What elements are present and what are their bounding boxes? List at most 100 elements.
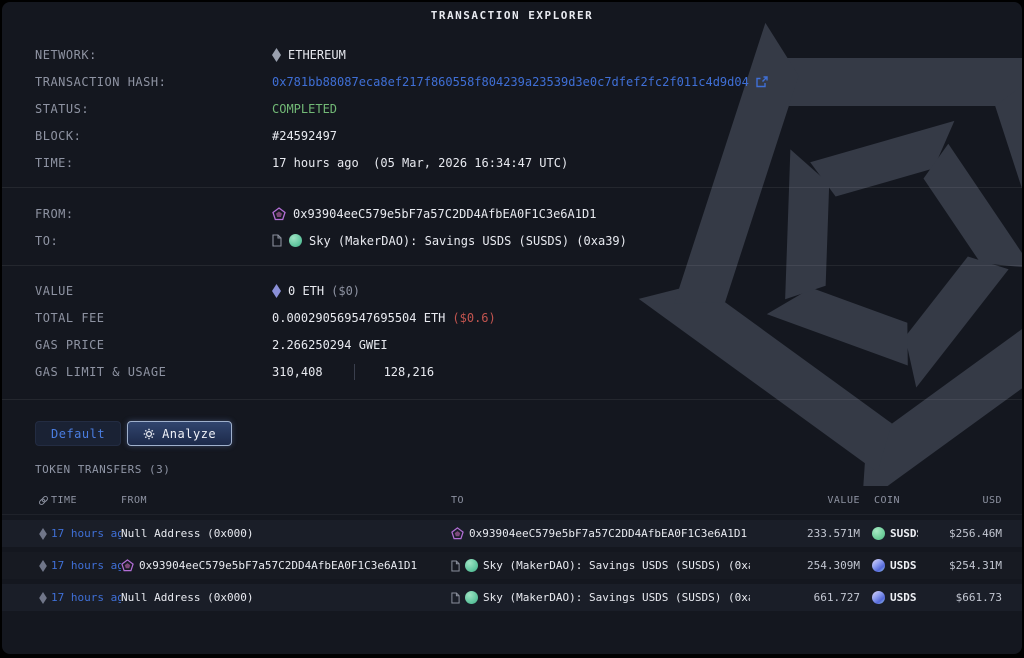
contract-icon [451,592,460,604]
usds-coin-icon [872,559,885,572]
block-label: BLOCK: [35,129,272,143]
fees-section: VALUE 0 ETH ($0) TOTAL FEE 0.00029056954… [2,277,1022,385]
section-divider [2,265,1022,266]
ethereum-icon [35,592,51,604]
col-header-coin: COIN [860,495,918,506]
value-row: VALUE 0 ETH ($0) [2,277,1022,304]
from-row: FROM: 0x93904eeC579e5bF7a57C2DD4AfbEA0F1… [2,200,1022,227]
transfer-coin[interactable]: USDS [890,559,917,572]
ethereum-icon [272,284,281,298]
gas-price-label: GAS PRICE [35,338,272,352]
gas-limit-row: GAS LIMIT & USAGE 310,408 128,216 [2,358,1022,385]
fee-usd: ($0.6) [452,311,495,325]
col-header-value: VALUE [750,495,860,506]
transfer-to[interactable]: Sky (MakerDAO): Savings USDS (SUSDS) (0x… [483,591,750,604]
to-row: TO: Sky (MakerDAO): Savings USDS (SUSDS)… [2,227,1022,254]
parties-section: FROM: 0x93904eeC579e5bF7a57C2DD4AfbEA0F1… [2,200,1022,254]
hash-label: TRANSACTION HASH: [35,75,272,89]
transfer-value: 254.309M [750,559,860,572]
transfer-row[interactable]: 17 hours ago Null Address (0x000) Sky (M… [2,584,1022,611]
usds-coin-icon [872,591,885,604]
total-fee-label: TOTAL FEE [35,311,272,325]
section-divider [2,399,1022,400]
status-row: STATUS: COMPLETED [2,95,1022,122]
value-amount: 0 ETH [288,284,324,298]
page-title: TRANSACTION EXPLORER [2,2,1022,22]
block-value: #24592497 [272,129,337,143]
gas-separator [354,364,355,380]
contract-icon [451,560,460,572]
transfer-from[interactable]: Null Address (0x000) [121,527,451,540]
ethereum-icon [35,528,51,540]
transfer-usd: $256.46M [918,527,1002,540]
address-identicon [272,207,286,221]
address-identicon [121,559,134,572]
external-link-icon[interactable] [756,76,768,88]
network-value: ETHEREUM [288,48,346,62]
gas-limit-value: 310,408 [272,365,323,379]
transaction-hash-link[interactable]: 0x781bb88087eca8ef217f860558f804239a2353… [272,75,749,89]
col-header-usd: USD [918,495,1002,506]
link-icon [35,495,51,506]
time-label: TIME: [35,156,272,170]
transfer-row[interactable]: 17 hours ago Null Address (0x000) 0x9390… [2,520,1022,547]
gas-usage-value: 128,216 [384,365,435,379]
sky-entity-icon [465,591,478,604]
contract-icon [272,234,282,247]
block-row: BLOCK: #24592497 [2,122,1022,149]
transfer-from[interactable]: Null Address (0x000) [121,591,451,604]
sky-entity-icon [289,234,302,247]
default-view-button[interactable]: Default [35,421,121,446]
gas-price-value: 2.266250294 GWEI [272,338,388,352]
transfer-to[interactable]: 0x93904eeC579e5bF7a57C2DD4AfbEA0F1C3e6A1… [469,527,747,540]
value-label: VALUE [35,284,272,298]
analyze-button-label: Analyze [162,427,216,441]
to-address-link[interactable]: Sky (MakerDAO): Savings USDS (SUSDS) (0x… [309,234,627,248]
status-badge: COMPLETED [272,102,337,116]
transfer-row[interactable]: 17 hours ago 0x93904eeC579e5bF7a57C2DD4A… [2,552,1022,579]
transfer-value: 233.571M [750,527,860,540]
transfer-coin[interactable]: USDS [890,591,917,604]
transfer-to[interactable]: Sky (MakerDAO): Savings USDS (SUSDS) (0x… [483,559,750,572]
transfer-from[interactable]: 0x93904eeC579e5bF7a57C2DD4AfbEA0F1C3e6A1… [139,559,417,572]
transfer-usd: $254.31M [918,559,1002,572]
transfer-time-link[interactable]: 17 hours ago [51,559,121,572]
transaction-explorer-window: TRANSACTION EXPLORER NETWORK: ETHEREUM T… [2,2,1022,654]
hash-row: TRANSACTION HASH: 0x781bb88087eca8ef217f… [2,68,1022,95]
to-label: TO: [35,234,272,248]
transfer-usd: $661.73 [918,591,1002,604]
from-label: FROM: [35,207,272,221]
time-value: 17 hours ago (05 Mar, 2026 16:34:47 UTC) [272,156,568,170]
transfers-table-body: 17 hours ago Null Address (0x000) 0x9390… [2,520,1022,611]
ethereum-icon [35,560,51,572]
susds-coin-icon [872,527,885,540]
col-header-time: TIME [51,495,121,506]
col-header-to: TO [451,495,750,506]
analyze-gear-icon [143,428,155,440]
default-button-label: Default [51,427,105,441]
sky-entity-icon [465,559,478,572]
total-fee-row: TOTAL FEE 0.000290569547695504 ETH ($0.6… [2,304,1022,331]
network-row: NETWORK: ETHEREUM [2,41,1022,68]
gas-limit-label: GAS LIMIT & USAGE [35,365,272,379]
transfer-value: 661.727 [750,591,860,604]
transaction-details: NETWORK: ETHEREUM TRANSACTION HASH: 0x78… [2,41,1022,176]
status-label: STATUS: [35,102,272,116]
gas-price-row: GAS PRICE 2.266250294 GWEI [2,331,1022,358]
time-row: TIME: 17 hours ago (05 Mar, 2026 16:34:4… [2,149,1022,176]
transfers-table-header: TIME FROM TO VALUE COIN USD [2,492,1022,515]
network-label: NETWORK: [35,48,272,62]
from-address-link[interactable]: 0x93904eeC579e5bF7a57C2DD4AfbEA0F1C3e6A1… [293,207,596,221]
token-transfers-title: TOKEN TRANSFERS (3) [35,463,1022,476]
transfer-time-link[interactable]: 17 hours ago [51,527,121,540]
value-usd: ($0) [331,284,360,298]
fee-amount: 0.000290569547695504 ETH [272,311,445,325]
section-divider [2,187,1022,188]
address-identicon [451,527,464,540]
analyze-button[interactable]: Analyze [127,421,232,446]
col-header-from: FROM [121,495,451,506]
ethereum-icon [272,48,281,62]
view-toolbar: Default Analyze [35,421,1022,446]
transfer-time-link[interactable]: 17 hours ago [51,591,121,604]
transfer-coin[interactable]: SUSDS [890,527,918,540]
